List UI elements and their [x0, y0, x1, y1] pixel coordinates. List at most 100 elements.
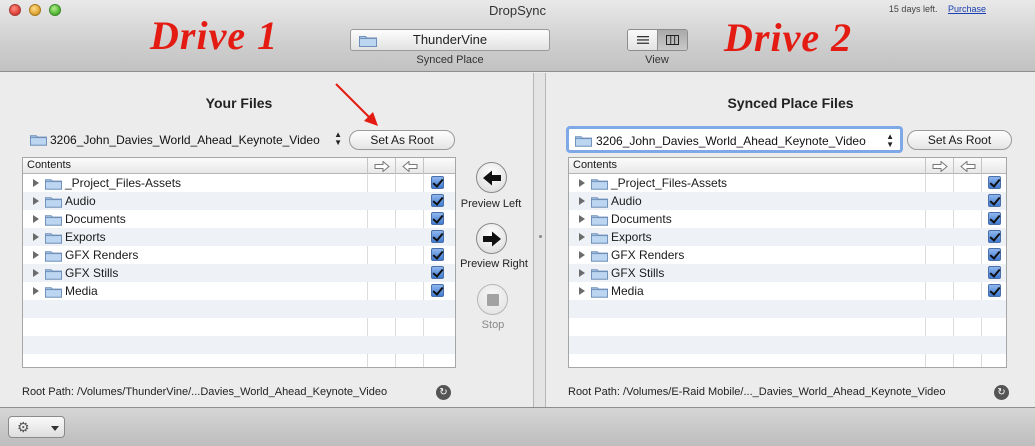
folder-name: GFX Stills — [611, 266, 665, 280]
synced-place-popup[interactable]: ThunderVine — [350, 29, 550, 51]
include-checkbox[interactable] — [431, 194, 444, 207]
preview-left-button[interactable] — [476, 162, 507, 193]
table-row[interactable]: GFX Stills — [23, 264, 455, 282]
disclosure-triangle-icon[interactable] — [579, 233, 585, 241]
gear-icon: ⚙ — [17, 419, 30, 435]
disclosure-triangle-icon[interactable] — [33, 197, 39, 205]
synced-place-caption: Synced Place — [416, 54, 484, 66]
purchase-link[interactable]: Purchase — [948, 4, 986, 14]
right-root-path: Root Path: /Volumes/E-Raid Mobile/..._Da… — [568, 386, 946, 398]
left-path-popup[interactable]: 3206_John_Davies_World_Ahead_Keynote_Vid… — [30, 130, 344, 150]
right-set-as-root-button[interactable]: Set As Root — [907, 130, 1012, 150]
folder-icon — [45, 179, 62, 190]
folder-icon — [45, 251, 62, 262]
include-checkbox[interactable] — [431, 212, 444, 225]
include-checkbox[interactable] — [988, 194, 1001, 207]
table-row[interactable]: Audio — [569, 192, 1006, 210]
include-checkbox[interactable] — [988, 248, 1001, 261]
sync-right-column-header[interactable] — [925, 158, 953, 174]
arrow-left-icon — [482, 170, 501, 185]
view-mode-control[interactable] — [627, 29, 688, 51]
left-path-value: 3206_John_Davies_World_Ahead_Keynote_Vid… — [50, 133, 320, 147]
table-row[interactable]: GFX Renders — [23, 246, 455, 264]
right-path-popup[interactable]: 3206_John_Davies_World_Ahead_Keynote_Vid… — [566, 126, 903, 153]
left-file-list: _Project_Files-Assets Audio Documents Expor… — [23, 174, 455, 367]
disclosure-triangle-icon[interactable] — [33, 269, 39, 277]
left-set-as-root-button[interactable]: Set As Root — [349, 130, 455, 150]
chevron-down-icon — [51, 426, 59, 431]
table-row[interactable]: Media — [23, 282, 455, 300]
include-checkbox[interactable] — [988, 176, 1001, 189]
include-checkbox[interactable] — [988, 266, 1001, 279]
folder-name: Audio — [611, 194, 642, 208]
disclosure-triangle-icon[interactable] — [579, 197, 585, 205]
include-checkbox[interactable] — [431, 230, 444, 243]
disclosure-triangle-icon[interactable] — [579, 269, 585, 277]
sync-left-column-header[interactable] — [395, 158, 423, 174]
include-checkbox[interactable] — [988, 212, 1001, 225]
disclosure-triangle-icon[interactable] — [579, 215, 585, 223]
disclosure-triangle-icon[interactable] — [33, 287, 39, 295]
table-row — [23, 336, 455, 354]
include-checkbox[interactable] — [431, 266, 444, 279]
left-file-table: Contents _Project_Files-Assets Audio Docum… — [22, 157, 456, 368]
action-menu-button[interactable]: ⚙ — [8, 416, 65, 438]
disclosure-triangle-icon[interactable] — [579, 251, 585, 259]
popup-arrows-icon: ▲ ▼ — [886, 132, 894, 149]
include-checkbox[interactable] — [431, 176, 444, 189]
disclosure-triangle-icon[interactable] — [579, 179, 585, 187]
contents-column-header[interactable]: Contents — [573, 159, 617, 171]
preview-right-button[interactable] — [476, 223, 507, 254]
table-row — [569, 336, 1006, 354]
disclosure-triangle-icon[interactable] — [33, 251, 39, 259]
folder-name: Documents — [611, 212, 672, 226]
stop-button[interactable] — [477, 284, 508, 315]
list-view-button[interactable] — [628, 30, 658, 50]
table-row — [569, 300, 1006, 318]
folder-name: Documents — [65, 212, 126, 226]
sync-left-column-header[interactable] — [953, 158, 981, 174]
disclosure-triangle-icon[interactable] — [33, 179, 39, 187]
table-row[interactable]: Documents — [569, 210, 1006, 228]
table-row[interactable]: GFX Renders — [569, 246, 1006, 264]
arrow-right-icon — [482, 231, 501, 246]
bottom-bar: ⚙ — [0, 407, 1035, 446]
disclosure-triangle-icon[interactable] — [33, 233, 39, 241]
include-checkbox[interactable] — [431, 248, 444, 261]
disclosure-triangle-icon[interactable] — [33, 215, 39, 223]
left-refresh-icon[interactable]: ↻ — [436, 385, 451, 400]
include-checkbox[interactable] — [431, 284, 444, 297]
table-row[interactable]: _Project_Files-Assets — [569, 174, 1006, 192]
folder-name: _Project_Files-Assets — [65, 176, 182, 190]
folder-icon — [45, 287, 62, 298]
synced-place-files-title: Synced Place Files — [727, 95, 854, 111]
include-checkbox[interactable] — [988, 230, 1001, 243]
table-row[interactable]: Audio — [23, 192, 455, 210]
column-view-button[interactable] — [658, 30, 687, 50]
folder-icon — [45, 197, 62, 208]
sync-right-column-header[interactable] — [367, 158, 395, 174]
folder-icon — [591, 179, 608, 190]
trial-days-text: 15 days left. — [888, 4, 938, 14]
right-refresh-icon[interactable]: ↻ — [994, 385, 1009, 400]
table-row[interactable]: _Project_Files-Assets — [23, 174, 455, 192]
include-column-header — [423, 158, 455, 174]
table-row — [569, 354, 1006, 367]
table-row[interactable]: GFX Stills — [569, 264, 1006, 282]
folder-icon — [45, 215, 62, 226]
table-row[interactable]: Media — [569, 282, 1006, 300]
table-row[interactable]: Exports — [23, 228, 455, 246]
table-row — [23, 354, 455, 367]
table-row[interactable]: Documents — [23, 210, 455, 228]
folder-icon — [591, 215, 608, 226]
table-row[interactable]: Exports — [569, 228, 1006, 246]
folder-icon — [591, 251, 608, 262]
right-path-value: 3206_John_Davies_World_Ahead_Keynote_Vid… — [596, 134, 866, 148]
your-files-panel: Your Files 3206_John_Davies_World_Ahead_… — [0, 73, 533, 407]
panel-splitter[interactable] — [533, 73, 546, 407]
include-checkbox[interactable] — [988, 284, 1001, 297]
title-bar: DropSync 15 days left. Purchase Drive 1 … — [0, 0, 1035, 72]
disclosure-triangle-icon[interactable] — [579, 287, 585, 295]
view-caption: View — [645, 54, 669, 66]
contents-column-header[interactable]: Contents — [27, 159, 71, 171]
